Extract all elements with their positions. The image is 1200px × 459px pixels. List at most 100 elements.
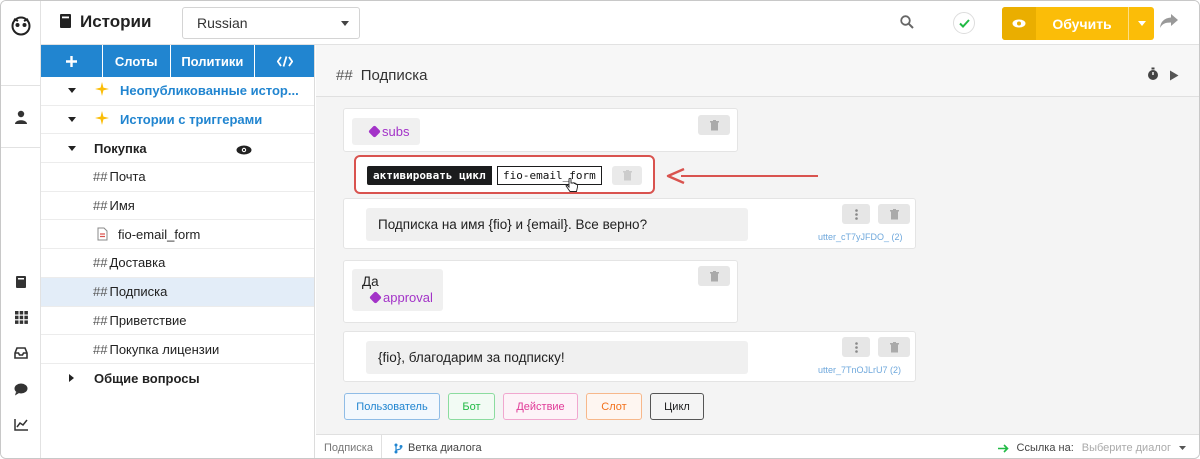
story-item-selected[interactable]: ## Подписка: [41, 277, 314, 307]
story-editor: ## Подписка subs активировать цикл fio-e…: [316, 45, 1199, 434]
arrow-line: [681, 175, 818, 177]
branch-button[interactable]: Ветка диалога: [394, 435, 482, 458]
active-loop-highlight: активировать цикл fio-email_form: [354, 155, 655, 194]
breadcrumb[interactable]: Подписка: [316, 435, 382, 458]
story-header: ## Подписка: [316, 45, 1199, 97]
form-item[interactable]: fio-email_form: [41, 220, 314, 250]
add-action-button[interactable]: Действие: [503, 393, 578, 420]
delete-button[interactable]: [878, 204, 910, 224]
delete-button[interactable]: [698, 115, 730, 135]
add-loop-button[interactable]: Цикл: [650, 393, 704, 420]
story-label: Покупка лицензии: [109, 341, 220, 357]
more-options-button[interactable]: [842, 337, 870, 357]
tag-icon: [369, 291, 382, 304]
hash-icon: ##: [93, 198, 108, 214]
caret-down-icon[interactable]: [68, 117, 76, 123]
story-item[interactable]: ## Почта: [41, 163, 314, 192]
language-select[interactable]: Russian: [182, 7, 360, 39]
panel-tabs: Слоты Политики: [41, 45, 314, 77]
story-label: Приветствие: [109, 312, 187, 328]
user-bubble[interactable]: subs: [352, 118, 420, 145]
delete-button[interactable]: [612, 166, 642, 185]
user-icon[interactable]: [9, 105, 33, 129]
tab-slots[interactable]: Слоты: [102, 45, 171, 77]
bottom-bar: Подписка Ветка диалога Ссылка на: Выбери…: [316, 434, 1199, 458]
plus-icon: [65, 55, 77, 67]
tab-code[interactable]: [255, 45, 314, 77]
tab-policies[interactable]: Политики: [170, 45, 256, 77]
utterance-id-link[interactable]: utter_7TnOJLrU7 (2): [818, 365, 901, 375]
check-status-icon[interactable]: [953, 12, 975, 34]
stories-panel: Слоты Политики Неопубликованные истор...…: [41, 45, 315, 458]
user-text: Да: [362, 274, 379, 289]
chevron-down-icon: [341, 21, 349, 26]
caret-down-icon[interactable]: [68, 88, 76, 94]
hand-cursor-icon: [565, 177, 579, 197]
grid-icon[interactable]: [9, 305, 33, 329]
play-icon[interactable]: [1169, 69, 1179, 84]
top-bar: Истории Russian Обучить: [41, 1, 1199, 45]
story-label: Доставка: [109, 255, 166, 271]
vertical-dots-icon: [854, 208, 858, 220]
page-title: Истории: [80, 12, 152, 31]
hash-icon: ##: [93, 312, 108, 328]
story-item[interactable]: ## Покупка лицензии: [41, 335, 314, 364]
story-item[interactable]: ## Приветствие: [41, 307, 314, 336]
chevron-down-icon: [1137, 21, 1146, 26]
branch-label: Ветка диалога: [408, 442, 482, 454]
dialog-select[interactable]: Выберите диалог: [1082, 442, 1171, 454]
inbox-icon[interactable]: [9, 341, 33, 365]
trash-icon: [622, 170, 632, 181]
tree-group-faq[interactable]: Общие вопросы: [41, 364, 314, 393]
add-slot-button[interactable]: Слот: [586, 393, 642, 420]
stopwatch-icon[interactable]: [1147, 67, 1159, 84]
search-icon[interactable]: [900, 15, 914, 32]
tree-group-triggers[interactable]: Истории с триггерами: [41, 106, 314, 135]
story-label: Подписка: [109, 284, 168, 300]
tree-group-label: Общие вопросы: [94, 370, 200, 386]
add-story-button[interactable]: [41, 45, 103, 77]
story-label: Имя: [109, 198, 135, 214]
story-label: Почта: [109, 169, 146, 185]
add-user-button[interactable]: Пользователь: [344, 393, 440, 420]
vertical-dots-icon: [854, 341, 858, 353]
branch-icon: [394, 443, 403, 453]
utterance-id-link[interactable]: utter_cT7yJFDO_ (2): [818, 232, 903, 242]
more-options-button[interactable]: [842, 204, 870, 224]
story-item[interactable]: ## Доставка: [41, 249, 314, 278]
caret-right-icon[interactable]: [69, 374, 74, 383]
sparkle-icon: [95, 82, 109, 99]
tree-group-label: Истории с триггерами: [120, 112, 263, 128]
delete-button[interactable]: [878, 337, 910, 357]
bot-bubble[interactable]: Подписка на имя {fio} и {email}. Все вер…: [366, 208, 748, 241]
intent-label: subs: [382, 124, 410, 139]
share-icon[interactable]: [1159, 13, 1179, 32]
hash-icon: ##: [93, 341, 108, 357]
analytics-chart-icon[interactable]: [9, 413, 33, 437]
active-loop-value[interactable]: fio-email_form: [497, 166, 602, 185]
caret-down-icon[interactable]: [68, 145, 76, 151]
arrow-right-icon: [997, 443, 1009, 453]
app-window: Истории Russian Обучить Слоты Политики Н…: [0, 0, 1200, 459]
tree-group-label: Покупка: [94, 140, 147, 156]
form-label: fio-email_form: [118, 226, 201, 242]
eye-icon[interactable]: [1002, 7, 1036, 40]
story-item[interactable]: ## Имя: [41, 192, 314, 221]
code-icon: [276, 55, 293, 67]
train-button[interactable]: Обучить: [1002, 7, 1154, 40]
delete-button[interactable]: [698, 266, 730, 286]
bot-bubble[interactable]: {fio}, благодарим за подписку!: [366, 341, 748, 374]
trash-icon: [889, 341, 899, 352]
trash-icon: [889, 208, 899, 219]
eye-icon[interactable]: [236, 143, 252, 158]
tree-group-purchase[interactable]: Покупка: [41, 134, 314, 164]
chat-icon[interactable]: [9, 377, 33, 401]
owl-logo-icon[interactable]: [9, 13, 33, 37]
add-bot-button[interactable]: Бот: [448, 393, 495, 420]
stories-book-icon[interactable]: [9, 270, 33, 294]
story-title: Подписка: [360, 67, 428, 84]
user-bubble[interactable]: Да approval: [352, 269, 443, 311]
tree-group-unpublished[interactable]: Неопубликованные истор...: [41, 77, 314, 106]
chevron-down-icon: [1179, 445, 1186, 450]
train-dropdown[interactable]: [1128, 7, 1154, 40]
